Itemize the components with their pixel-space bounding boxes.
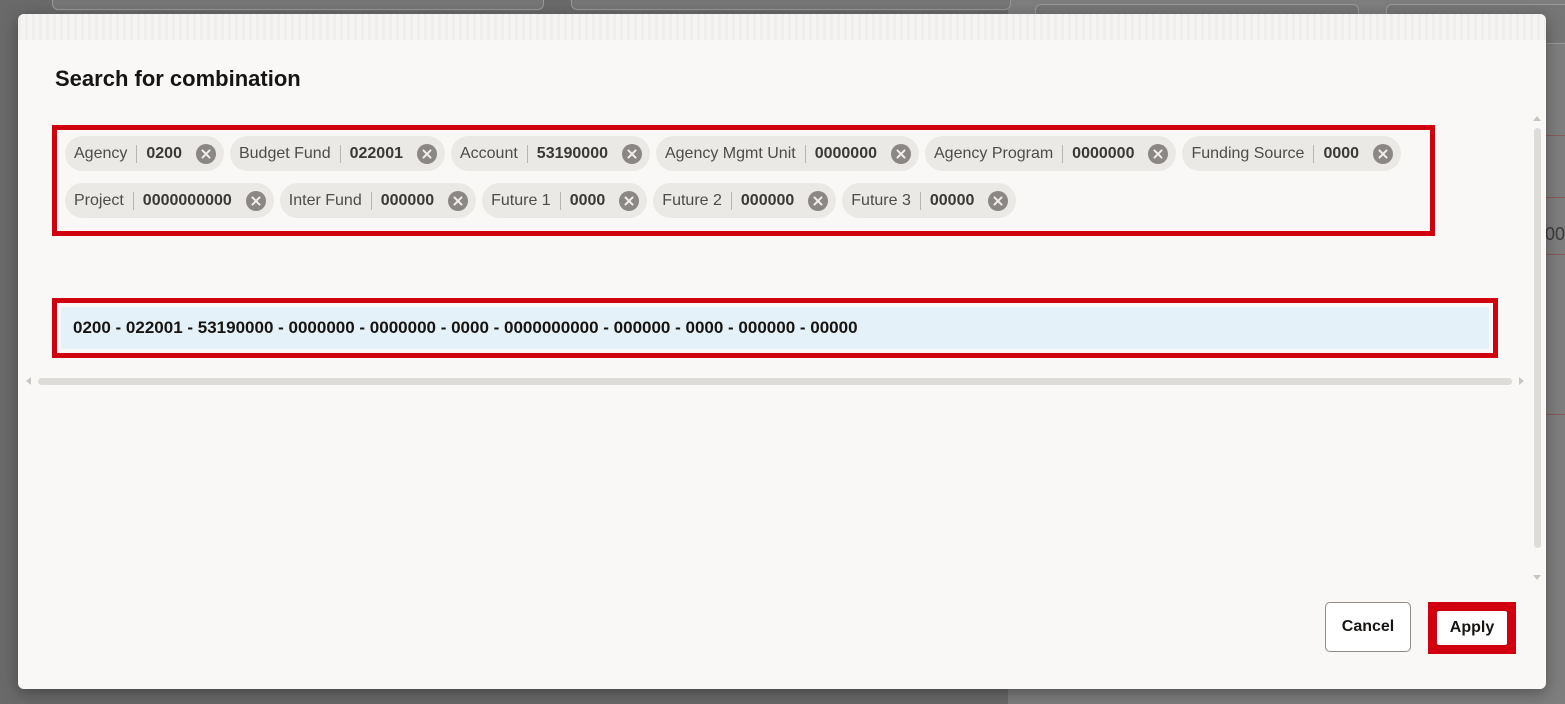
chip-divider <box>1313 144 1315 163</box>
apply-button[interactable]: Apply <box>1437 611 1507 645</box>
chip-divider <box>804 144 806 163</box>
chip-label: Funding Source <box>1191 144 1305 162</box>
chip-value: 00000 <box>929 191 975 209</box>
horizontal-scrollbar[interactable] <box>26 375 1524 387</box>
dialog-header-texture <box>18 14 1546 40</box>
chip-label: Agency <box>74 144 128 162</box>
chip-row-1: Agency 0200 Budget Fund 022001 Account 531900… <box>65 136 1430 171</box>
filter-chip[interactable]: Agency 0200 <box>65 136 224 171</box>
filter-chip[interactable]: Funding Source 0000 <box>1182 136 1402 171</box>
filter-chip[interactable]: Account 53190000 <box>450 136 650 171</box>
chip-label: Budget Fund <box>238 144 331 162</box>
chip-divider <box>136 144 138 163</box>
filter-chip[interactable]: Future 1 0000 <box>482 183 648 218</box>
horizontal-scroll-thumb[interactable] <box>38 378 1512 385</box>
chip-value: 0200 <box>146 144 182 162</box>
chip-value: 000000 <box>740 191 795 209</box>
remove-chip-icon[interactable] <box>988 190 1009 211</box>
chip-value: 022001 <box>349 144 403 162</box>
apply-button-highlight: Apply <box>1428 602 1516 654</box>
search-combination-dialog: Search for combination Agency 0200 Budget … <box>18 14 1546 689</box>
chip-divider <box>919 191 921 210</box>
chip-value: 0000000000 <box>142 191 232 209</box>
chip-divider <box>132 191 134 210</box>
filter-chip[interactable]: Agency Program 0000000 <box>925 136 1177 171</box>
chip-label: Project <box>74 191 124 209</box>
background-divider <box>1546 414 1565 415</box>
vertical-scrollbar[interactable] <box>1531 114 1543 580</box>
chip-value: 0000 <box>569 191 606 209</box>
filter-chip[interactable]: Agency Mgmt Unit 0000000 <box>655 136 919 171</box>
combination-result-highlight: 0200 - 022001 - 53190000 - 0000000 - 000… <box>52 298 1498 358</box>
filter-chip[interactable]: Budget Fund 022001 <box>229 136 445 171</box>
remove-chip-icon[interactable] <box>1148 143 1169 164</box>
remove-chip-icon[interactable] <box>808 190 829 211</box>
chip-divider <box>730 191 732 210</box>
chip-label: Future 2 <box>662 191 722 209</box>
chip-value: 0000000 <box>814 144 877 162</box>
filter-chip[interactable]: Project 0000000000 <box>65 183 274 218</box>
background-partial-text: 00 <box>1545 224 1565 244</box>
scroll-down-arrow-icon[interactable] <box>1533 575 1541 580</box>
chip-value: 0000000 <box>1072 144 1135 162</box>
chip-row-2: Project 0000000000 Inter Fund 000000 Future … <box>65 183 1430 218</box>
chip-label: Inter Fund <box>288 191 362 209</box>
filter-chip[interactable]: Future 3 00000 <box>842 183 1017 218</box>
chip-divider <box>559 191 561 210</box>
cancel-button[interactable]: Cancel <box>1325 602 1411 652</box>
remove-chip-icon[interactable] <box>891 143 911 164</box>
background-field <box>571 0 1011 10</box>
chip-divider <box>1062 144 1064 163</box>
chip-label: Future 3 <box>851 191 911 209</box>
vertical-scroll-thumb[interactable] <box>1534 128 1541 548</box>
remove-chip-icon[interactable] <box>1373 143 1394 164</box>
background-divider <box>1546 254 1565 255</box>
combination-result-row[interactable]: 0200 - 022001 - 53190000 - 0000000 - 000… <box>61 307 1489 349</box>
chip-value: 0000 <box>1323 144 1360 162</box>
remove-chip-icon[interactable] <box>621 143 642 164</box>
background-divider <box>1546 197 1565 198</box>
remove-chip-icon[interactable] <box>245 190 266 211</box>
remove-chip-icon[interactable] <box>416 143 437 164</box>
background-divider <box>1546 135 1565 136</box>
chip-label: Agency Mgmt Unit <box>664 144 796 162</box>
scroll-up-arrow-icon[interactable] <box>1533 116 1541 121</box>
remove-chip-icon[interactable] <box>619 190 640 211</box>
remove-chip-icon[interactable] <box>195 143 216 164</box>
chip-value: 53190000 <box>536 144 608 162</box>
chip-value: 000000 <box>380 191 435 209</box>
dialog-title: Search for combination <box>55 66 301 91</box>
chip-divider <box>339 144 341 163</box>
chip-label: Account <box>459 144 518 162</box>
segment-filter-chips: Agency 0200 Budget Fund 022001 Account 531900… <box>52 125 1435 236</box>
chip-label: Future 1 <box>491 191 551 209</box>
scroll-right-arrow-icon[interactable] <box>1519 377 1524 385</box>
background-field <box>52 0 544 10</box>
remove-chip-icon[interactable] <box>448 190 469 211</box>
chip-label: Agency Program <box>934 144 1054 162</box>
filter-chip[interactable]: Inter Fund 000000 <box>279 183 477 218</box>
chip-divider <box>526 144 528 163</box>
scroll-left-arrow-icon[interactable] <box>26 377 31 385</box>
filter-chip[interactable]: Future 2 000000 <box>653 183 837 218</box>
chip-divider <box>370 191 372 210</box>
